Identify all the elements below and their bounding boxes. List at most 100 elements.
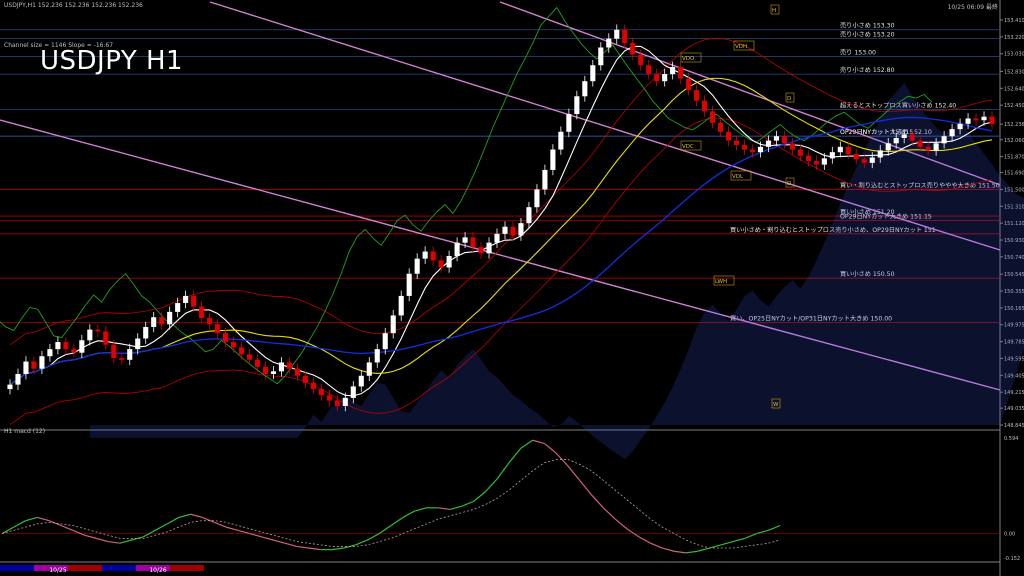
candle-body xyxy=(757,146,764,153)
candle-body xyxy=(486,242,492,254)
session-strip xyxy=(170,565,204,571)
candle-body xyxy=(702,100,708,112)
macd-segment xyxy=(662,547,675,552)
candle-body xyxy=(829,152,835,159)
candle-body xyxy=(278,362,284,372)
candle-body xyxy=(646,65,652,75)
macd-segment xyxy=(614,518,628,530)
chart-marker-label: D xyxy=(787,96,791,102)
candle-body xyxy=(654,74,660,82)
candle-body xyxy=(47,349,53,357)
candle-body xyxy=(127,349,133,360)
macd-segment xyxy=(108,540,120,544)
macd-segment xyxy=(166,516,180,525)
chart-title: USDJPY H1 xyxy=(40,46,184,76)
candle-body xyxy=(510,226,516,236)
candle-body xyxy=(286,362,292,369)
price-level-label: 売り小さめ 153.20 xyxy=(840,31,895,39)
macd-segment xyxy=(72,529,85,536)
candle-body xyxy=(933,143,939,151)
macd-label: H1 macd (12) xyxy=(4,428,46,435)
candle-body xyxy=(95,329,101,332)
candle-body xyxy=(207,318,213,325)
candle-body xyxy=(973,118,979,121)
macd-segment xyxy=(732,537,745,543)
candle-body xyxy=(23,361,29,374)
candle-body xyxy=(558,131,564,150)
macd-segment xyxy=(119,539,132,544)
candle-body xyxy=(789,143,795,150)
macd-segment xyxy=(154,523,168,531)
candle-body xyxy=(454,242,460,256)
macd-segment xyxy=(591,494,604,509)
candle-body xyxy=(414,258,420,274)
candle-body xyxy=(949,129,955,137)
macd-signal-line xyxy=(1,459,781,549)
macd-segment xyxy=(48,520,62,527)
candle-body xyxy=(71,349,77,353)
macd-segment xyxy=(768,524,781,531)
candle-body xyxy=(406,273,412,296)
macd-segment xyxy=(1,526,15,535)
time-axis-label: 10/26 xyxy=(149,567,166,574)
candle-body xyxy=(542,169,548,190)
candle-body xyxy=(725,131,732,141)
macd-segment xyxy=(308,547,321,551)
candle-body xyxy=(622,29,628,44)
candle-body xyxy=(422,251,428,259)
macd-segment xyxy=(13,520,26,528)
candle-body xyxy=(326,395,332,401)
price-level-label: 売り小さめ 152.80 xyxy=(840,66,895,74)
candle-body xyxy=(310,382,316,390)
macd-segment xyxy=(674,550,686,554)
candle-body xyxy=(318,389,324,396)
price-tick-label: 152.450 xyxy=(1004,103,1024,109)
candle-body xyxy=(398,295,404,316)
candle-body xyxy=(302,375,308,383)
macd-segment xyxy=(555,452,569,467)
candle-body xyxy=(845,146,851,154)
price-tick-label: 148.845 xyxy=(1004,423,1024,429)
candle-body xyxy=(582,81,588,97)
session-strip xyxy=(68,565,102,571)
candle-body xyxy=(7,384,13,390)
candle-body xyxy=(821,158,827,165)
macd-segment xyxy=(650,542,663,549)
session-strip xyxy=(0,565,34,571)
candle-body xyxy=(350,386,356,398)
macd-segment xyxy=(756,529,769,535)
price-tick-label: 153.030 xyxy=(1004,52,1024,58)
macd-segment xyxy=(296,545,309,549)
macd-segment xyxy=(685,550,698,554)
price-level-label: 売り小さめ 153.30 xyxy=(840,22,895,30)
macd-segment xyxy=(60,524,73,531)
macd-segment xyxy=(721,541,734,546)
macd-segment xyxy=(390,516,404,527)
candle-body xyxy=(590,65,596,82)
candle-body xyxy=(167,311,173,325)
candle-body xyxy=(686,78,692,91)
chart-marker-label: D xyxy=(787,181,791,187)
macd-segment xyxy=(638,536,651,544)
candle-body xyxy=(183,295,189,304)
macd-segment xyxy=(84,534,97,539)
candle-body xyxy=(606,38,612,48)
candle-body xyxy=(925,146,931,151)
macd-segment xyxy=(520,439,533,449)
macd-segment xyxy=(532,439,545,445)
candle-body xyxy=(294,368,300,376)
candle-body xyxy=(662,74,668,82)
macd-segment xyxy=(402,510,415,518)
chart-header-symbol: USDJPY,H1 152.236 152.236 152.236 152.23… xyxy=(4,2,143,9)
macd-segment xyxy=(190,513,203,519)
candle-body xyxy=(191,295,197,307)
price-tick-label: 153.220 xyxy=(1004,35,1024,41)
macd-segment xyxy=(697,547,710,552)
candle-body xyxy=(598,47,604,66)
chart-marker-label: H xyxy=(772,8,776,14)
candle-body xyxy=(119,358,125,360)
macd-segment xyxy=(508,447,522,464)
price-tick-label: 152.060 xyxy=(1004,138,1024,144)
candle-body xyxy=(270,371,277,374)
macd-segment xyxy=(273,539,286,544)
